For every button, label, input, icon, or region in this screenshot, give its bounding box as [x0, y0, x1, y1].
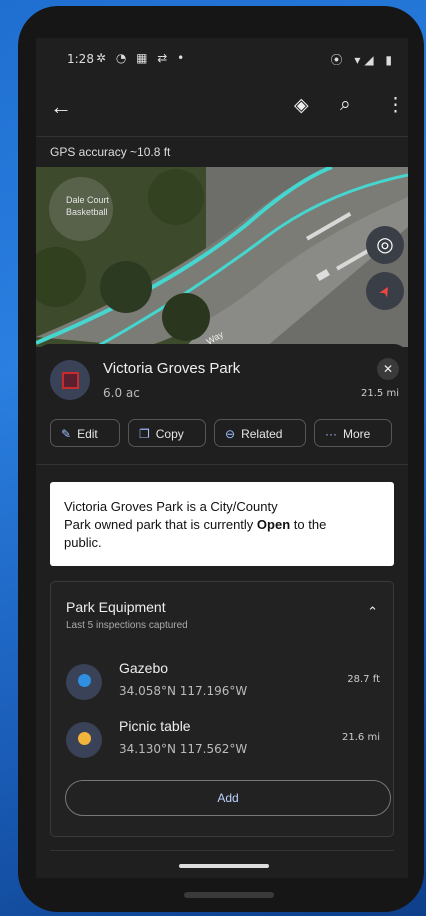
description-line-1: Victoria Groves Park is a City/County: [64, 499, 278, 514]
equipment-item[interactable]: Gazebo 34.058°N 117.196°W 28.7 ft: [66, 660, 380, 710]
close-icon: ✕: [382, 362, 394, 376]
equipment-name: Gazebo: [119, 660, 169, 676]
map-label-1: Dale Court: [66, 195, 110, 205]
status-bar: 1:28 ✲ ◔ ▦ ⇄ • ⦿ ▾◢ ▮: [36, 38, 408, 80]
equipment-distance: 28.7 ft: [347, 674, 380, 685]
description-line-2: Park owned park that is currently Open t…: [64, 516, 380, 534]
collapse-chevron-icon[interactable]: ⌃: [367, 604, 378, 620]
gps-accuracy-text: GPS accuracy ~10.8 ft: [50, 145, 171, 159]
edit-label: Edit: [77, 427, 98, 441]
more-vert-icon[interactable]: ⋮: [386, 94, 405, 117]
satellite-map: [36, 167, 408, 347]
equipment-coords: 34.058°N 117.196°W: [119, 684, 248, 698]
layers-icon[interactable]: ◈: [294, 94, 309, 117]
divider: [50, 850, 394, 851]
description-text: Park owned park that is currently: [64, 517, 257, 532]
park-description: Victoria Groves Park is a City/County Pa…: [50, 482, 394, 566]
search-icon[interactable]: ⌕: [340, 94, 351, 116]
edit-button[interactable]: ✎ Edit: [50, 419, 120, 447]
phone-speaker: [184, 892, 274, 898]
picnic-table-icon: [77, 732, 91, 746]
compass-icon: ➤: [375, 281, 395, 301]
gesture-handle[interactable]: [179, 864, 269, 868]
gazebo-icon: [77, 674, 91, 688]
map-view[interactable]: Dale Court Basketball Way ◎ ➤: [36, 167, 408, 347]
edit-icon: ✎: [61, 427, 72, 441]
add-equipment-button[interactable]: Add: [65, 780, 391, 816]
map-label-2: Basketball: [66, 207, 108, 217]
more-label: More: [343, 427, 371, 441]
equipment-coords: 34.130°N 117.562°W: [119, 742, 248, 756]
more-button[interactable]: ··· More: [314, 419, 392, 447]
status-open: Open: [256, 517, 291, 532]
copy-icon: ❐: [139, 427, 150, 441]
park-square-icon: [62, 372, 79, 389]
app-screen: 1:28 ✲ ◔ ▦ ⇄ • ⦿ ▾◢ ▮ ← ◈ ⌕ ⋮ GPS accura…: [36, 38, 408, 878]
park-detail-sheet: Victoria Groves Park 6.0 ac ✕ 21.5 mi ✎ E…: [36, 344, 408, 878]
park-thumbnail: [50, 360, 90, 400]
equipment-name: Picnic table: [119, 718, 191, 734]
related-button[interactable]: ⊖ Related: [214, 419, 306, 447]
park-area: 6.0 ac: [103, 386, 140, 400]
description-text-end: to the: [290, 517, 327, 532]
gazebo-avatar: [66, 664, 102, 700]
system-icons: ⦿ ▾◢ ▮: [330, 53, 396, 67]
park-equipment-card: Park Equipment Last 5 inspections captur…: [50, 581, 394, 837]
equipment-item[interactable]: Picnic table 34.130°N 117.562°W 21.6 mi: [66, 718, 380, 768]
gps-accuracy-bar: GPS accuracy ~10.8 ft: [36, 136, 408, 168]
picnic-avatar: [66, 722, 102, 758]
compass-button[interactable]: ➤: [366, 272, 404, 310]
status-time: 1:28: [67, 52, 94, 66]
back-arrow-icon[interactable]: ←: [50, 94, 72, 120]
related-label: Related: [241, 427, 283, 441]
equipment-subtitle: Last 5 inspections captured: [66, 620, 188, 631]
copy-button[interactable]: ❐ Copy: [128, 419, 206, 447]
more-horiz-icon: ···: [325, 427, 337, 441]
close-button[interactable]: ✕: [377, 358, 399, 380]
locate-icon: ◎: [376, 234, 394, 256]
equipment-title: Park Equipment: [66, 599, 166, 615]
notification-icons: ✲ ◔ ▦ ⇄ •: [96, 51, 188, 65]
park-distance: 21.5 mi: [361, 388, 399, 399]
link-icon: ⊖: [225, 427, 236, 441]
description-line-3: public.: [64, 535, 102, 550]
divider: [36, 464, 408, 465]
copy-label: Copy: [155, 427, 184, 441]
app-bar: ← ◈ ⌕ ⋮: [36, 88, 408, 128]
equipment-distance: 21.6 mi: [342, 732, 380, 743]
my-location-button[interactable]: ◎: [366, 226, 404, 264]
park-title: Victoria Groves Park: [103, 360, 241, 377]
